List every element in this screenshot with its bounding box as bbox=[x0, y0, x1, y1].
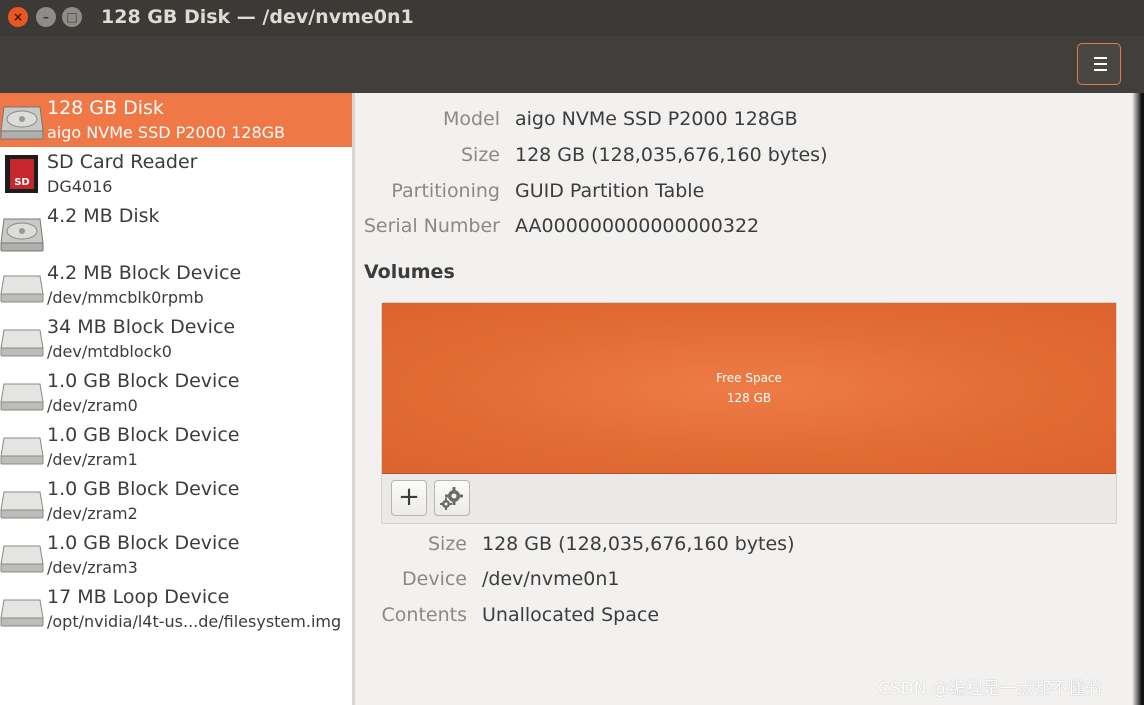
device-item-zram0[interactable]: 1.0 GB Block Device /dev/zram0 bbox=[0, 366, 352, 420]
device-subtitle: /opt/nvidia/l4t-us...de/filesystem.img bbox=[47, 612, 342, 631]
device-subtitle: /dev/mtdblock0 bbox=[47, 342, 172, 361]
device-item-zram2[interactable]: 1.0 GB Block Device /dev/zram2 bbox=[0, 474, 352, 528]
device-item-4mb-disk[interactable]: 4.2 MB Disk bbox=[0, 201, 352, 255]
drive-icon bbox=[0, 437, 44, 465]
desktop-edge bbox=[1132, 93, 1144, 705]
partitioning-label: Partitioning bbox=[391, 180, 500, 202]
drive-icon bbox=[0, 545, 44, 573]
volume-device-label: Device bbox=[402, 568, 467, 590]
maximize-window-button[interactable]: □ bbox=[62, 7, 82, 27]
free-space-label: Free Space bbox=[716, 371, 782, 385]
device-subtitle: DG4016 bbox=[47, 177, 113, 196]
device-list: 128 GB Disk aigo NVMe SSD P2000 128GB SD… bbox=[0, 93, 352, 705]
device-name: 128 GB Disk bbox=[47, 97, 164, 119]
volume-device-value: /dev/nvme0n1 bbox=[482, 568, 620, 590]
hard-disk-icon bbox=[0, 106, 44, 140]
drive-icon bbox=[0, 383, 44, 411]
serial-number-label: Serial Number bbox=[363, 215, 500, 237]
header-bar bbox=[0, 36, 1144, 93]
device-subtitle: aigo NVMe SSD P2000 128GB bbox=[47, 123, 286, 142]
device-name: 1.0 GB Block Device bbox=[47, 478, 240, 500]
window-title: 128 GB Disk — /dev/nvme0n1 bbox=[101, 6, 414, 28]
device-item-mmcblk0rpmb[interactable]: 4.2 MB Block Device /dev/mmcblk0rpmb bbox=[0, 258, 352, 312]
volume-size-value: 128 GB (128,035,676,160 bytes) bbox=[482, 533, 795, 555]
create-partition-button[interactable]: + bbox=[391, 480, 427, 516]
device-item-loop-device[interactable]: 17 MB Loop Device /opt/nvidia/l4t-us...d… bbox=[0, 582, 352, 636]
device-name: 4.2 MB Disk bbox=[47, 205, 160, 227]
device-name: 17 MB Loop Device bbox=[47, 586, 230, 608]
volume-contents-label: Contents bbox=[381, 604, 467, 626]
device-name: 1.0 GB Block Device bbox=[47, 370, 240, 392]
device-item-mtdblock0[interactable]: 34 MB Block Device /dev/mtdblock0 bbox=[0, 312, 352, 366]
device-item-sd-card-reader[interactable]: SD SD Card Reader DG4016 bbox=[0, 147, 352, 201]
serial-number-value: AA000000000000000322 bbox=[515, 215, 760, 237]
device-subtitle: /dev/zram2 bbox=[47, 504, 138, 523]
free-space-size: 128 GB bbox=[726, 391, 772, 405]
volumes-heading: Volumes bbox=[364, 261, 455, 283]
volume-contents-value: Unallocated Space bbox=[482, 604, 660, 626]
drive-icon bbox=[0, 599, 44, 627]
model-value: aigo NVMe SSD P2000 128GB bbox=[515, 108, 798, 130]
drive-icon bbox=[0, 491, 44, 519]
partitioning-value: GUID Partition Table bbox=[515, 180, 705, 202]
gear-icon bbox=[440, 487, 463, 510]
close-window-button[interactable]: × bbox=[8, 7, 28, 27]
device-name: 4.2 MB Block Device bbox=[47, 262, 242, 284]
device-item-zram3[interactable]: 1.0 GB Block Device /dev/zram3 bbox=[0, 528, 352, 582]
device-subtitle: /dev/zram3 bbox=[47, 558, 138, 577]
size-value: 128 GB (128,035,676,160 bytes) bbox=[515, 144, 828, 166]
volume-size-label: Size bbox=[427, 533, 467, 555]
hamburger-menu-icon bbox=[1094, 57, 1107, 59]
device-subtitle: /dev/zram0 bbox=[47, 396, 138, 415]
device-subtitle: /dev/zram1 bbox=[47, 450, 138, 469]
device-item-nvme[interactable]: 128 GB Disk aigo NVMe SSD P2000 128GB bbox=[0, 93, 352, 147]
device-item-zram1[interactable]: 1.0 GB Block Device /dev/zram1 bbox=[0, 420, 352, 474]
title-bar: × – □ 128 GB Disk — /dev/nvme0n1 bbox=[0, 0, 1144, 36]
svg-text:SD: SD bbox=[14, 177, 30, 188]
model-label: Model bbox=[442, 108, 500, 130]
app-menu-button[interactable] bbox=[1077, 43, 1121, 85]
drive-icon bbox=[0, 275, 44, 303]
device-name: SD Card Reader bbox=[47, 151, 198, 173]
size-label: Size bbox=[460, 144, 500, 166]
free-space-volume[interactable]: Free Space 128 GB bbox=[382, 303, 1116, 474]
watermark: CSDN @编程是一点都不懂的 bbox=[878, 679, 1102, 699]
sd-card-icon: SD bbox=[5, 155, 38, 193]
device-name: 1.0 GB Block Device bbox=[47, 424, 240, 446]
drive-icon bbox=[0, 329, 44, 357]
device-name: 1.0 GB Block Device bbox=[47, 532, 240, 554]
sidebar-divider[interactable] bbox=[352, 93, 355, 705]
partition-settings-button[interactable] bbox=[434, 480, 470, 516]
device-subtitle: /dev/mmcblk0rpmb bbox=[47, 288, 204, 307]
minimize-window-button[interactable]: – bbox=[36, 7, 56, 27]
hard-disk-icon bbox=[0, 218, 44, 252]
device-name: 34 MB Block Device bbox=[47, 316, 236, 338]
